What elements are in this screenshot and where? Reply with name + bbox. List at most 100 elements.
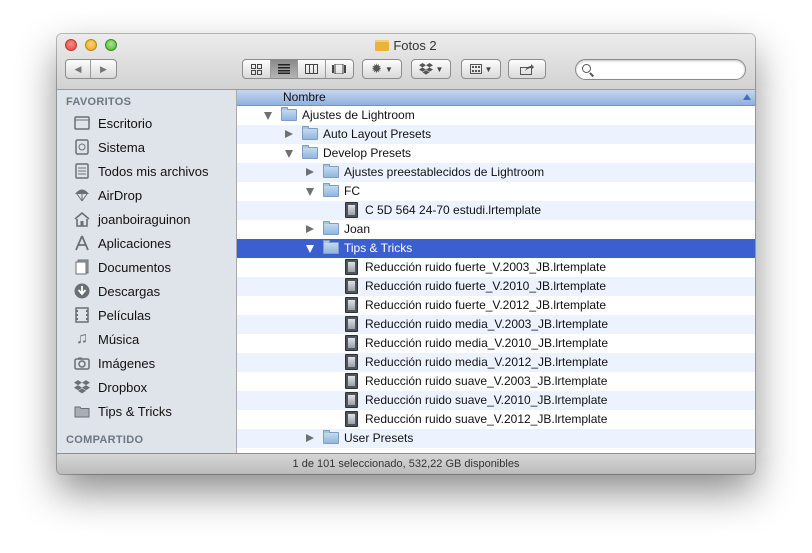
column-header-name[interactable]: Nombre — [237, 90, 755, 106]
folder-row[interactable]: FC — [237, 182, 755, 201]
file-row[interactable]: Reducción ruido media_V.2003_JB.lrtempla… — [237, 315, 755, 334]
folder-row[interactable]: Ajustes de Lightroom — [237, 106, 755, 125]
back-button[interactable]: ◀ — [66, 60, 92, 78]
action-menu-button[interactable]: ✹ ▼ — [362, 59, 402, 79]
item-name: Ajustes preestablecidos de Lightroom — [344, 165, 545, 179]
disclosure-closed-icon[interactable] — [285, 130, 293, 138]
sidebar-item-all-files[interactable]: Todos mis archivos — [74, 160, 234, 182]
share-icon — [520, 63, 534, 75]
icon-view-button[interactable] — [243, 60, 271, 78]
desktop-icon — [74, 115, 90, 131]
list-view-button[interactable] — [270, 60, 298, 78]
folder-icon — [323, 221, 339, 235]
music-icon: ♫ — [76, 330, 88, 347]
column-view-button[interactable] — [298, 60, 326, 78]
sidebar-item-musica[interactable]: ♫ Música — [74, 328, 234, 350]
folder-icon — [302, 126, 318, 140]
sidebar-header-shared: COMPARTIDO — [66, 434, 144, 446]
status-text: 1 de 101 seleccionado, 532,22 GB disponi… — [292, 458, 520, 470]
back-forward-control: ◀ ▶ — [65, 59, 117, 79]
applications-icon — [74, 235, 90, 251]
disclosure-open-icon[interactable] — [285, 150, 293, 158]
sidebar-item-sistema[interactable]: Sistema — [74, 136, 234, 158]
folder-icon — [323, 430, 339, 444]
home-icon — [74, 211, 90, 227]
folder-row[interactable]: Tips & Tricks — [237, 239, 755, 258]
sidebar-item-label: Documentos — [98, 259, 171, 275]
disclosure-open-icon[interactable] — [264, 112, 272, 120]
item-name: Reducción ruido suave_V.2010_JB.lrtempla… — [365, 393, 608, 407]
sidebar-item-peliculas[interactable]: Películas — [74, 304, 234, 326]
sidebar-item-escritorio[interactable]: Escritorio — [74, 112, 234, 134]
file-row[interactable]: Reducción ruido fuerte_V.2010_JB.lrtempl… — [237, 277, 755, 296]
share-button[interactable] — [508, 59, 546, 79]
item-name: Reducción ruido fuerte_V.2010_JB.lrtempl… — [365, 279, 607, 293]
dropbox-menu-button[interactable]: ▼ — [411, 59, 451, 79]
sort-ascending-icon — [743, 94, 751, 100]
item-name: Tips & Tricks — [344, 241, 413, 255]
gear-icon: ✹ — [371, 61, 382, 76]
search-field[interactable] — [575, 59, 746, 80]
sidebar-header-favorites: FAVORITOS — [66, 96, 132, 108]
documents-icon — [74, 259, 90, 275]
file-row[interactable]: Reducción ruido suave_V.2003_JB.lrtempla… — [237, 372, 755, 391]
folder-icon — [323, 183, 339, 197]
file-row[interactable]: Reducción ruido fuerte_V.2012_JB.lrtempl… — [237, 296, 755, 315]
sidebar-item-documentos[interactable]: Documentos — [74, 256, 234, 278]
disclosure-open-icon[interactable] — [306, 188, 314, 196]
disclosure-closed-icon[interactable] — [306, 434, 314, 442]
folder-row[interactable]: Joan — [237, 220, 755, 239]
window-title-label: Fotos 2 — [393, 38, 437, 53]
file-row[interactable]: Reducción ruido media_V.2012_JB.lrtempla… — [237, 353, 755, 372]
lrtemplate-file-icon — [345, 335, 358, 351]
disclosure-open-icon[interactable] — [306, 245, 314, 253]
sidebar-item-label: Imágenes — [98, 355, 156, 371]
disclosure-closed-icon[interactable] — [306, 168, 314, 176]
sidebar-item-imagenes[interactable]: Imágenes — [74, 352, 234, 374]
forward-button[interactable]: ▶ — [91, 60, 116, 78]
search-input[interactable] — [596, 61, 740, 79]
sidebar-item-airdrop[interactable]: AirDrop — [74, 184, 234, 206]
lrtemplate-file-icon — [345, 392, 358, 408]
sidebar-item-descargas[interactable]: Descargas — [74, 280, 234, 302]
window-title: Fotos 2 — [57, 38, 755, 53]
sidebar-item-home[interactable]: joanboiraguinon — [74, 208, 234, 230]
item-name: Reducción ruido media_V.2003_JB.lrtempla… — [365, 317, 609, 331]
title-bar[interactable]: Fotos 2 ◀ ▶ ✹ ▼ ▼ ▼ — [57, 34, 755, 90]
search-icon — [582, 64, 591, 73]
file-row[interactable]: C 5D 564 24-70 estudi.lrtemplate — [237, 201, 755, 220]
disclosure-closed-icon[interactable] — [306, 225, 314, 233]
dropbox-icon — [418, 63, 433, 75]
lrtemplate-file-icon — [345, 373, 358, 389]
folder-row[interactable]: Develop Presets — [237, 144, 755, 163]
sidebar-item-dropbox[interactable]: Dropbox — [74, 376, 234, 398]
arrange-menu-button[interactable]: ▼ — [461, 59, 501, 79]
lrtemplate-file-icon — [345, 411, 358, 427]
item-name: C 5D 564 24-70 estudi.lrtemplate — [365, 203, 542, 217]
item-name: Reducción ruido media_V.2010_JB.lrtempla… — [365, 336, 609, 350]
lrtemplate-file-icon — [345, 354, 358, 370]
folder-row[interactable]: User Presets — [237, 429, 755, 448]
lrtemplate-file-icon — [345, 316, 358, 332]
coverflow-view-icon — [332, 64, 347, 74]
dropbox-icon — [74, 379, 90, 395]
sidebar-item-tips-tricks[interactable]: Tips & Tricks — [74, 400, 234, 422]
folder-icon — [323, 164, 339, 178]
item-name: Reducción ruido suave_V.2003_JB.lrtempla… — [365, 374, 608, 388]
finder-window: Fotos 2 ◀ ▶ ✹ ▼ ▼ ▼ FAVORITOS Escritorio… — [57, 34, 755, 474]
folder-row[interactable]: Auto Layout Presets — [237, 125, 755, 144]
lrtemplate-file-icon — [345, 202, 358, 218]
chevron-down-icon: ▼ — [435, 64, 444, 74]
file-row[interactable]: Reducción ruido suave_V.2012_JB.lrtempla… — [237, 410, 755, 429]
column-header-label: Nombre — [283, 90, 326, 104]
file-row[interactable]: Reducción ruido media_V.2010_JB.lrtempla… — [237, 334, 755, 353]
folder-row[interactable]: Ajustes preestablecidos de Lightroom — [237, 163, 755, 182]
sidebar-item-aplicaciones[interactable]: Aplicaciones — [74, 232, 234, 254]
file-list: Nombre Ajustes de Lightroom Auto Layout P… — [237, 90, 755, 453]
coverflow-view-button[interactable] — [326, 60, 353, 78]
arrange-icon — [469, 64, 482, 74]
file-row[interactable]: Reducción ruido suave_V.2010_JB.lrtempla… — [237, 391, 755, 410]
column-view-icon — [304, 64, 318, 74]
lrtemplate-file-icon — [345, 297, 358, 313]
file-row[interactable]: Reducción ruido fuerte_V.2003_JB.lrtempl… — [237, 258, 755, 277]
